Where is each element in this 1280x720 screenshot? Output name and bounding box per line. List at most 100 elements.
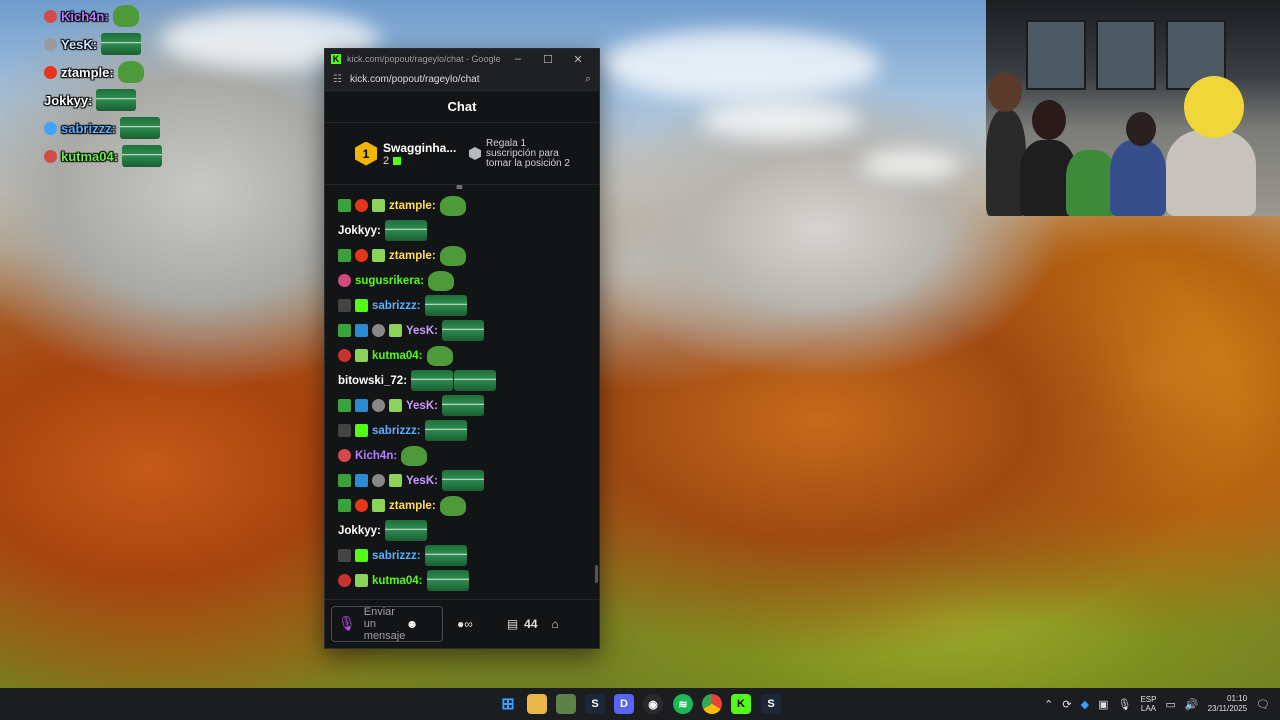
notifications-icon[interactable]: 🗨 — [1256, 698, 1270, 711]
user-badge-icon[interactable] — [372, 499, 385, 512]
file-explorer-icon[interactable] — [527, 694, 547, 714]
pepe-emote-icon[interactable] — [428, 270, 455, 291]
clock[interactable]: 01:10 23/11/2025 — [1208, 694, 1247, 714]
chat-username[interactable]: Jokkyy: — [338, 525, 381, 537]
user-badge-icon[interactable] — [389, 399, 402, 412]
user-badge-icon[interactable] — [355, 574, 368, 587]
user-badge-icon[interactable] — [338, 274, 351, 287]
user-badge-icon[interactable] — [338, 424, 351, 437]
start-icon[interactable]: ⊞ — [498, 694, 518, 714]
language-indicator[interactable]: ESP LAA — [1140, 695, 1156, 713]
gift-leaderboard[interactable]: 1 Swagginha... 2 Regala 1 suscripción pa… — [325, 123, 599, 185]
zoom-icon[interactable]: ⌕ — [585, 73, 591, 86]
chat-username[interactable]: kutma04: — [372, 575, 423, 587]
user-badge-icon[interactable] — [338, 399, 351, 412]
chat-username[interactable]: sabrizzz: — [372, 550, 421, 562]
user-badge-icon[interactable] — [338, 574, 351, 587]
points-icon[interactable]: ▤ — [507, 617, 518, 631]
chat-message[interactable]: sugusrikera: — [338, 268, 599, 293]
user-badge-icon[interactable] — [389, 474, 402, 487]
chat-message[interactable]: ztample: — [338, 493, 599, 518]
pepe-emote-icon[interactable] — [401, 445, 428, 466]
chat-message[interactable]: sabrizzz: — [338, 293, 599, 318]
leader-info[interactable]: Swagginha... 2 — [383, 141, 469, 167]
pinned-menu-icon[interactable]: ≡ — [456, 185, 463, 193]
user-badge-icon[interactable] — [372, 324, 385, 337]
mexico-team-emote-icon[interactable] — [441, 470, 484, 491]
emote-picker-icon[interactable]: ☻ — [406, 617, 419, 631]
chat-username[interactable]: kutma04: — [372, 350, 423, 362]
chat-username[interactable]: YesK: — [406, 475, 438, 487]
chat-username[interactable]: sugusrikera: — [355, 275, 424, 287]
user-badge-icon[interactable] — [355, 499, 368, 512]
chat-username[interactable]: sabrizzz: — [372, 425, 421, 437]
chat-username[interactable]: YesK: — [406, 325, 438, 337]
user-badge-icon[interactable] — [355, 474, 368, 487]
store-icon[interactable]: ⌂ — [552, 617, 559, 631]
user-badge-icon[interactable] — [338, 474, 351, 487]
chat-popup-window[interactable]: K kick.com/popout/rageylo/chat - Google … — [324, 48, 600, 649]
chat-message[interactable]: Kich4n: — [338, 443, 599, 468]
user-badge-icon[interactable] — [355, 424, 368, 437]
chat-scrollbar[interactable] — [595, 565, 598, 583]
obs-icon[interactable]: ◉ — [643, 694, 663, 714]
mexico-team-emote-icon[interactable] — [424, 420, 467, 441]
site-settings-icon[interactable]: ☷ — [333, 74, 342, 85]
steam-icon[interactable]: S — [761, 694, 781, 714]
user-badge-icon[interactable] — [355, 249, 368, 262]
mexico-team-emote-icon[interactable] — [411, 370, 454, 391]
chat-username[interactable]: sabrizzz: — [372, 300, 421, 312]
mexico-team-emote-icon[interactable] — [441, 320, 484, 341]
user-badge-icon[interactable] — [355, 399, 368, 412]
network-icon[interactable]: ▭ — [1165, 698, 1175, 711]
user-badge-icon[interactable] — [338, 499, 351, 512]
tray-app-icon[interactable]: ▣ — [1098, 698, 1108, 711]
pepe-emote-icon[interactable] — [426, 345, 453, 366]
microphone-icon[interactable]: 🎙 — [338, 615, 356, 632]
input-placeholder[interactable]: Enviar un mensaje — [364, 606, 406, 642]
user-badge-icon[interactable] — [389, 324, 402, 337]
close-icon[interactable]: ✕ — [563, 53, 593, 66]
window-titlebar[interactable]: K kick.com/popout/rageylo/chat - Google … — [325, 49, 599, 69]
maximize-icon[interactable]: ☐ — [533, 53, 563, 66]
user-badge-icon[interactable] — [372, 199, 385, 212]
user-badge-icon[interactable] — [338, 199, 351, 212]
steam-icon[interactable]: S — [585, 694, 605, 714]
mexico-team-emote-icon[interactable] — [424, 545, 467, 566]
chat-message[interactable]: YesK: — [338, 468, 599, 493]
volume-icon[interactable]: 🔊 — [1185, 698, 1199, 711]
mexico-team-emote-icon[interactable] — [424, 295, 467, 316]
app-icon[interactable] — [556, 694, 576, 714]
chat-username[interactable]: bitowski_72: — [338, 375, 407, 387]
user-badge-icon[interactable] — [338, 449, 351, 462]
chat-message[interactable]: YesK: — [338, 318, 599, 343]
chat-message[interactable]: sabrizzz: — [338, 543, 599, 568]
chat-username[interactable]: ztample: — [389, 500, 436, 512]
security-icon[interactable]: ◆ — [1081, 698, 1089, 711]
chat-message[interactable]: kutma04: — [338, 568, 599, 593]
user-badge-icon[interactable] — [355, 349, 368, 362]
url-text[interactable]: kick.com/popout/rageylo/chat — [350, 74, 585, 85]
kick-icon[interactable]: K — [731, 694, 751, 714]
chat-message[interactable]: ztample: — [338, 243, 599, 268]
tray-overflow-icon[interactable]: ⌃ — [1044, 698, 1053, 711]
pepe-emote-icon[interactable] — [439, 495, 466, 516]
mexico-team-emote-icon[interactable] — [384, 520, 427, 541]
kick-tools-icon[interactable]: ●∞ — [457, 617, 473, 631]
chat-messages[interactable]: ≡ ztample: Jokkyy: ztample: sugusrikera: sab… — [325, 185, 599, 599]
chat-username[interactable]: Jokkyy: — [338, 225, 381, 237]
discord-icon[interactable]: D — [614, 694, 634, 714]
user-badge-icon[interactable] — [338, 349, 351, 362]
mexico-team-emote-icon[interactable] — [441, 395, 484, 416]
chat-message[interactable]: Jokkyy: — [338, 518, 599, 543]
user-badge-icon[interactable] — [355, 299, 368, 312]
chat-message[interactable]: YesK: — [338, 393, 599, 418]
minimize-icon[interactable]: – — [503, 53, 533, 65]
user-badge-icon[interactable] — [355, 324, 368, 337]
chat-username[interactable]: Kich4n: — [355, 450, 397, 462]
user-badge-icon[interactable] — [372, 474, 385, 487]
user-badge-icon[interactable] — [338, 249, 351, 262]
chat-username[interactable]: ztample: — [389, 200, 436, 212]
chat-message[interactable]: bitowski_72: — [338, 368, 599, 393]
chat-input[interactable]: 🎙 Enviar un mensaje ☻ — [331, 605, 443, 642]
